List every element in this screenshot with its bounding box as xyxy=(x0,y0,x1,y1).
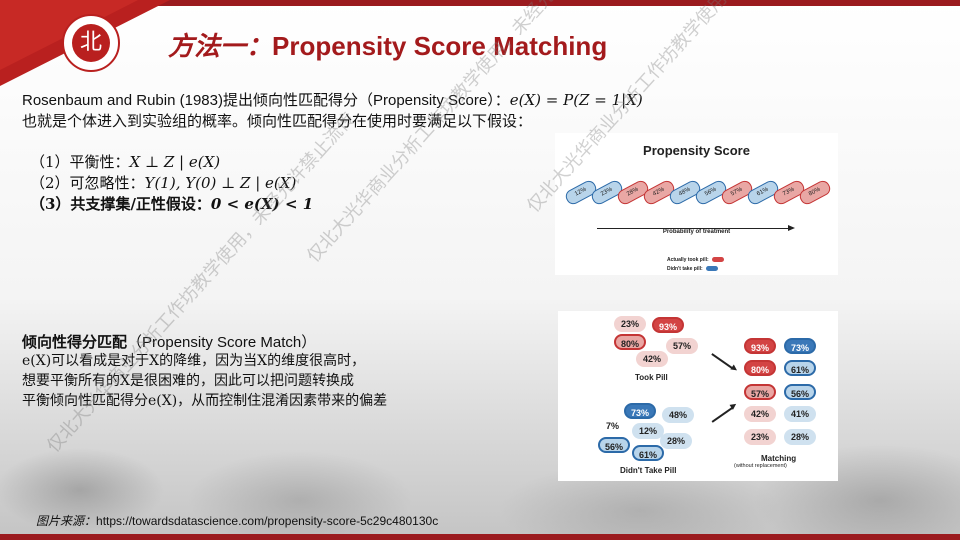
didnt-pill: 56% xyxy=(598,437,630,453)
bottom-bar xyxy=(0,534,960,540)
matching-sublabel: (without replacement) xyxy=(734,463,787,469)
ps-legend-took: Actually took pill: xyxy=(667,257,724,263)
took-pill: 42% xyxy=(636,351,668,367)
intro-colon: ）： xyxy=(487,91,510,109)
arrow-up-right-icon xyxy=(711,406,734,423)
matched-took-pill: 93% xyxy=(744,338,776,354)
didnt-pill: 73% xyxy=(624,403,656,419)
assumption-3-label: （3）共支撑集/正性假设： xyxy=(30,195,211,213)
took-pill: 80% xyxy=(614,334,646,350)
matched-didnt-pill: 73% xyxy=(784,338,816,354)
didnt-pill-label: Didn't Take Pill xyxy=(620,466,677,475)
matching-heading-cn: 倾向性得分匹配 xyxy=(22,333,128,351)
intro-cn: 提出倾向性匹配得分（ xyxy=(222,91,373,109)
took-pill-label: Took Pill xyxy=(635,373,668,382)
propensity-score-figure: Propensity Score 12% 23% 28% 42% 48% 56% 57% 61… xyxy=(555,133,838,275)
assumption-1-label: （1）平衡性： xyxy=(30,153,130,171)
ps-legend-didnt-swatch xyxy=(705,266,718,272)
matched-didnt-pill: 41% xyxy=(784,406,816,422)
matching-line-1: e(X)可以看成是对于X的降维，因为当X的维度很高时， xyxy=(22,353,366,369)
title-en: Propensity Score Matching xyxy=(272,31,608,61)
logo-glyph: 北 xyxy=(72,24,110,62)
matched-took-pill: 80% xyxy=(744,360,776,376)
matched-took-pill: 23% xyxy=(744,429,776,445)
ps-axis-label: Probability of treatment xyxy=(662,229,731,235)
didnt-pill: 48% xyxy=(662,407,694,423)
took-pill: 57% xyxy=(666,338,698,354)
source-label: 图片来源： xyxy=(36,514,97,528)
didnt-pill: 12% xyxy=(632,423,664,439)
took-pill: 93% xyxy=(652,317,684,333)
arrow-down-right-icon xyxy=(711,353,734,370)
matching-figure: 23% 93% 80% 57% 42% Took Pill 73% 48% 7%… xyxy=(558,311,838,481)
ps-legend-didnt-label: Didn't take pill: xyxy=(667,266,703,272)
assumption-1-formula: X ⊥ Z | e(X) xyxy=(129,153,221,171)
matched-didnt-pill: 28% xyxy=(784,429,816,445)
assumption-1: （1）平衡性：X ⊥ Z | e(X) xyxy=(30,152,313,173)
matched-took-pill: 42% xyxy=(744,406,776,422)
didnt-value: 7% xyxy=(606,421,620,431)
matched-took-pill: 57% xyxy=(744,384,776,400)
title-cn: 方法一： xyxy=(168,32,273,62)
assumption-2-label: （2）可忽略性： xyxy=(30,174,145,192)
took-pill: 23% xyxy=(614,316,646,332)
didnt-pill: 61% xyxy=(632,445,664,461)
intro-authors: Rosenbaum and Rubin (1983) xyxy=(22,92,223,109)
matched-didnt-pill: 61% xyxy=(784,360,816,376)
matching-label: Matching xyxy=(761,454,797,463)
intro-line-1: Rosenbaum and Rubin (1983)提出倾向性匹配得分（Prop… xyxy=(22,90,643,111)
pku-logo-icon: 北 xyxy=(62,14,120,72)
ps-pill: 80% xyxy=(797,178,833,207)
page-title: 方法一：Propensity Score Matching xyxy=(168,26,607,63)
matched-didnt-pill: 56% xyxy=(784,384,816,400)
ps-legend-took-swatch xyxy=(711,257,724,263)
image-source: 图片来源：https://towardsdatascience.com/prop… xyxy=(36,512,438,529)
matching-line-2: 想要平衡所有的X是很困难的，因此可以把问题转换成 xyxy=(22,373,354,389)
ps-legend-took-label: Actually took pill: xyxy=(667,257,709,263)
didnt-pill: 28% xyxy=(660,433,692,449)
source-link[interactable]: https://towardsdatascience.com/propensit… xyxy=(96,514,438,528)
ps-legend-didnt: Didn't take pill: xyxy=(667,266,718,272)
